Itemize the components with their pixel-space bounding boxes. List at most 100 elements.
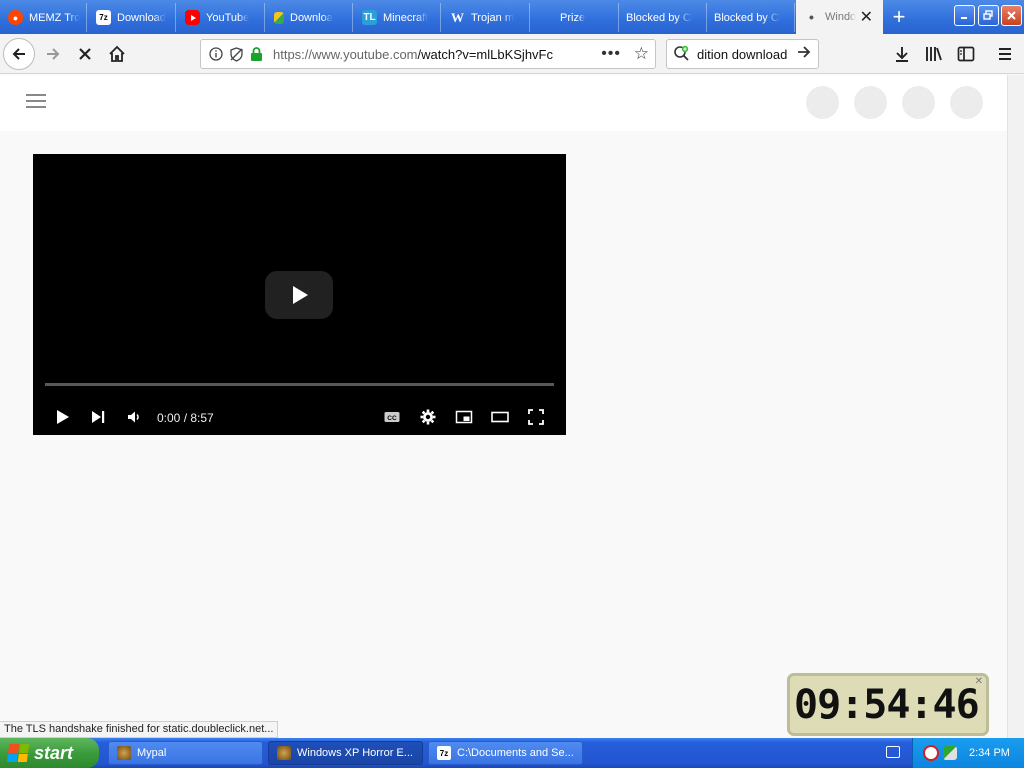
stop-x-icon xyxy=(79,48,91,60)
tab-download[interactable]: 7z Download xyxy=(88,3,176,32)
reddit-icon: ● xyxy=(8,10,23,25)
library-button[interactable] xyxy=(922,42,946,66)
tab-prize[interactable]: Prize xyxy=(531,3,619,32)
theater-icon xyxy=(491,411,509,423)
play-button[interactable] xyxy=(49,404,75,430)
fullscreen-button[interactable] xyxy=(523,404,549,430)
youtube-icon xyxy=(185,10,200,25)
tab-memz[interactable]: ● MEMZ Tro xyxy=(0,3,87,32)
url-bar[interactable]: https://www.youtube.com/watch?v=mlLbKSjh… xyxy=(200,39,656,69)
taskbar-item-folder[interactable]: 7z C:\Documents and Se... xyxy=(428,741,583,765)
home-button[interactable] xyxy=(101,38,133,70)
play-icon xyxy=(57,410,69,424)
settings-button[interactable] xyxy=(415,404,441,430)
cc-icon: CC xyxy=(384,412,400,422)
search-go-arrow-icon[interactable] xyxy=(796,44,812,65)
miniplayer-button[interactable] xyxy=(451,404,477,430)
youtube-masthead xyxy=(0,75,1007,131)
tab-blocked-2[interactable]: Blocked by Cl xyxy=(708,3,795,32)
windows-logo-icon xyxy=(6,744,30,762)
start-button[interactable]: start xyxy=(0,738,99,768)
forward-button[interactable] xyxy=(37,38,69,70)
cc-label: CC xyxy=(387,415,397,422)
tracking-protection-icon[interactable] xyxy=(227,45,245,63)
page-actions-icon[interactable]: ••• xyxy=(601,45,621,63)
tab-windows-active[interactable]: • Windo ✕ xyxy=(796,0,883,34)
url-text[interactable]: https://www.youtube.com/watch?v=mlLbKSjh… xyxy=(273,47,553,62)
page-scrollbar[interactable] xyxy=(1007,75,1024,738)
theater-mode-button[interactable] xyxy=(487,404,513,430)
tab-label: Blocked by Cl xyxy=(626,11,694,24)
tab-label: YouTube xyxy=(206,11,250,24)
sidebar-icon xyxy=(957,46,975,62)
masthead-placeholder-icon xyxy=(902,86,935,119)
masthead-placeholder-icon xyxy=(854,86,887,119)
arrow-left-icon xyxy=(12,48,25,60)
tab-minecraft[interactable]: TL Minecraft xyxy=(354,3,441,32)
library-icon xyxy=(926,47,942,61)
back-button[interactable] xyxy=(3,38,35,70)
download-arrow-icon xyxy=(896,47,908,62)
minimize-button[interactable] xyxy=(954,5,975,26)
close-window-button[interactable] xyxy=(1001,5,1022,26)
tab-strip: ● MEMZ Tro 7z Download YouTube Downloa T… xyxy=(0,0,1024,34)
security-alert-icon[interactable] xyxy=(923,745,939,761)
tab-label: Minecraft xyxy=(383,11,429,24)
taskbar: start Mypal Windows XP Horror E... 7z C:… xyxy=(0,738,1024,768)
taskbar-item-label: Windows XP Horror E... xyxy=(297,747,413,759)
navigation-toolbar: https://www.youtube.com/watch?v=mlLbKSjh… xyxy=(0,34,1024,74)
tab-label: Download xyxy=(117,11,166,24)
tab-label: Prize xyxy=(560,11,586,24)
captions-button[interactable]: CC xyxy=(379,404,405,430)
time-display: 0:00 / 8:57 xyxy=(157,411,214,425)
page-content: 0:00 / 8:57 CC xyxy=(0,75,1007,738)
gear-icon xyxy=(420,409,436,425)
mute-button[interactable] xyxy=(121,404,147,430)
close-tab-icon[interactable]: ✕ xyxy=(860,7,873,27)
info-icon[interactable] xyxy=(207,45,225,63)
network-icon[interactable] xyxy=(943,746,957,760)
stop-button[interactable] xyxy=(69,38,101,70)
tl-icon: TL xyxy=(362,10,377,25)
url-path: /watch?v=mlLbKSjhvFc xyxy=(417,46,553,62)
tab-youtube[interactable]: YouTube xyxy=(177,3,265,32)
digital-clock-widget[interactable]: 09:54:46 ✕ xyxy=(787,673,989,736)
tab-blocked-1[interactable]: Blocked by Cl xyxy=(620,3,707,32)
tab-label: Trojan m xyxy=(471,11,514,24)
masthead-placeholder-icon xyxy=(806,86,839,119)
search-icon xyxy=(673,45,691,63)
url-host: https://www.youtube.com xyxy=(273,46,418,62)
fullscreen-icon xyxy=(528,409,544,425)
new-tab-button[interactable]: + xyxy=(886,4,912,30)
sidebar-toggle-button[interactable] xyxy=(954,42,978,66)
loading-dot-icon: • xyxy=(809,9,814,25)
close-icon[interactable]: ✕ xyxy=(975,676,983,687)
lock-icon[interactable] xyxy=(247,45,265,63)
tray-clock[interactable]: 2:34 PM xyxy=(969,747,1010,759)
google-drive-icon xyxy=(274,11,284,24)
large-play-button[interactable] xyxy=(265,271,333,319)
search-bar[interactable]: dition download xyxy=(666,39,819,69)
wiki-icon: W xyxy=(451,9,464,25)
keyboard-icon[interactable] xyxy=(886,746,900,758)
next-button[interactable] xyxy=(85,404,111,430)
taskbar-item-label: C:\Documents and Se... xyxy=(457,747,574,759)
guide-menu-icon[interactable] xyxy=(26,94,46,108)
clock-digits: 09:54:46 xyxy=(794,682,980,728)
tab-label: Blocked by Cl xyxy=(714,11,782,24)
tab-downloa[interactable]: Downloa xyxy=(266,3,353,32)
progress-bar[interactable] xyxy=(45,383,554,386)
7zip-icon: 7z xyxy=(437,746,451,760)
miniplayer-icon xyxy=(455,410,473,424)
arrow-right-icon xyxy=(47,48,60,60)
video-player[interactable]: 0:00 / 8:57 CC xyxy=(33,154,566,435)
taskbar-item-horror[interactable]: Windows XP Horror E... xyxy=(268,741,423,765)
downloads-button[interactable] xyxy=(890,42,914,66)
restore-button[interactable] xyxy=(978,5,999,26)
taskbar-item-mypal[interactable]: Mypal xyxy=(108,741,263,765)
mypal-icon xyxy=(117,746,131,760)
search-input[interactable]: dition download xyxy=(697,47,787,62)
tab-trojan[interactable]: W Trojan m xyxy=(442,3,530,32)
menu-button[interactable] xyxy=(993,42,1017,66)
bookmark-star-icon[interactable]: ☆ xyxy=(634,44,649,64)
